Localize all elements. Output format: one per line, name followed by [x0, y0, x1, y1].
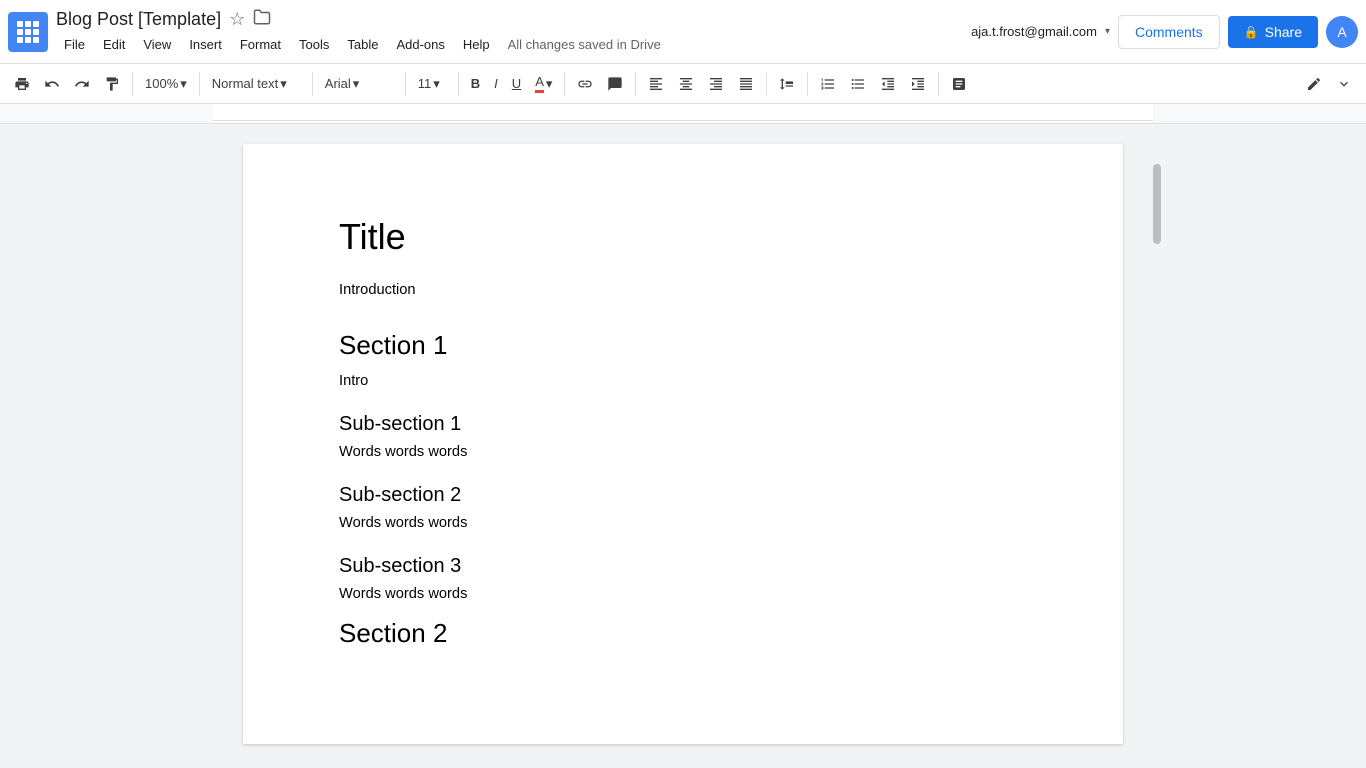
separator-9 — [807, 72, 808, 96]
apps-menu-icon[interactable] — [8, 12, 48, 52]
document-intro-text: Introduction — [339, 282, 1027, 298]
save-status: All changes saved in Drive — [508, 37, 661, 52]
section2-heading: Section 2 — [339, 618, 1027, 649]
underline-button[interactable]: U — [506, 72, 527, 95]
doc-title-area: Blog Post [Template] ☆ File Edit View In… — [56, 8, 971, 56]
section1-intro: Intro — [339, 373, 1027, 389]
insert-comment-button[interactable] — [601, 72, 629, 96]
menu-bar: File Edit View Insert Format Tools Table… — [56, 33, 971, 56]
subsection1-heading: Sub-section 1 — [339, 413, 1027, 436]
separator-7 — [635, 72, 636, 96]
menu-format[interactable]: Format — [232, 33, 289, 56]
document-area[interactable]: Title Introduction Section 1 Intro Sub-s… — [213, 124, 1153, 768]
menu-help[interactable]: Help — [455, 33, 498, 56]
undo-button[interactable] — [38, 72, 66, 96]
text-color-button[interactable]: A ▾ — [529, 70, 558, 97]
subsection3-body: Words words words — [339, 586, 1027, 602]
folder-icon[interactable] — [253, 8, 271, 31]
menu-table[interactable]: Table — [339, 33, 386, 56]
font-size-selector[interactable]: 11 ▾ — [412, 72, 452, 96]
separator-5 — [458, 72, 459, 96]
subsection2-body: Words words words — [339, 515, 1027, 531]
font-selector[interactable]: Arial ▾ — [319, 72, 399, 96]
menu-edit[interactable]: Edit — [95, 33, 133, 56]
separator-4 — [405, 72, 406, 96]
align-left-button[interactable] — [642, 72, 670, 96]
top-right-controls: aja.t.frost@gmail.com ▾ Comments 🔒 Share… — [971, 15, 1358, 49]
star-icon[interactable]: ☆ — [229, 9, 245, 30]
separator-1 — [132, 72, 133, 96]
redo-button[interactable] — [68, 72, 96, 96]
italic-button[interactable]: I — [488, 72, 504, 95]
align-center-button[interactable] — [672, 72, 700, 96]
menu-file[interactable]: File — [56, 33, 93, 56]
menu-addons[interactable]: Add-ons — [388, 33, 452, 56]
ruler — [0, 104, 1366, 124]
lock-icon: 🔒 — [1244, 25, 1259, 39]
separator-10 — [938, 72, 939, 96]
paint-format-button[interactable] — [98, 72, 126, 96]
menu-tools[interactable]: Tools — [291, 33, 337, 56]
document-page: Title Introduction Section 1 Intro Sub-s… — [243, 144, 1123, 744]
separator-6 — [564, 72, 565, 96]
menu-insert[interactable]: Insert — [181, 33, 230, 56]
align-right-button[interactable] — [702, 72, 730, 96]
separator-3 — [312, 72, 313, 96]
unordered-list-button[interactable] — [844, 72, 872, 96]
share-button[interactable]: 🔒 Share — [1228, 16, 1318, 48]
menu-view[interactable]: View — [135, 33, 179, 56]
print-button[interactable] — [8, 72, 36, 96]
subsection2-heading: Sub-section 2 — [339, 484, 1027, 507]
subsection3-heading: Sub-section 3 — [339, 555, 1027, 578]
increase-indent-button[interactable] — [904, 72, 932, 96]
section1-heading: Section 1 — [339, 330, 1027, 361]
toolbar: 100% ▾ Normal text ▾ Arial ▾ 11 ▾ B I U … — [0, 64, 1366, 104]
document-title[interactable]: Blog Post [Template] — [56, 9, 221, 30]
document-title-text: Title — [339, 216, 1027, 258]
pen-tool-button[interactable] — [1300, 72, 1328, 96]
user-dropdown-arrow[interactable]: ▾ — [1105, 26, 1110, 37]
right-margin — [1153, 124, 1366, 768]
expand-toolbar-button[interactable] — [1330, 72, 1358, 96]
scrollbar-thumb[interactable] — [1153, 164, 1161, 244]
left-margin — [0, 124, 213, 768]
user-avatar[interactable]: A — [1326, 16, 1358, 48]
separator-2 — [199, 72, 200, 96]
paragraph-style-selector[interactable]: Normal text ▾ — [206, 72, 306, 96]
top-bar: Blog Post [Template] ☆ File Edit View In… — [0, 0, 1366, 64]
decrease-indent-button[interactable] — [874, 72, 902, 96]
bold-button[interactable]: B — [465, 72, 486, 95]
subsection1-body: Words words words — [339, 444, 1027, 460]
separator-8 — [766, 72, 767, 96]
align-justify-button[interactable] — [732, 72, 760, 96]
ordered-list-button[interactable] — [814, 72, 842, 96]
comments-button[interactable]: Comments — [1118, 15, 1220, 49]
insert-link-button[interactable] — [571, 72, 599, 96]
user-email: aja.t.frost@gmail.com — [971, 24, 1097, 39]
main-area: Title Introduction Section 1 Intro Sub-s… — [0, 124, 1366, 768]
ruler-inner — [213, 104, 1153, 123]
formula-button[interactable] — [945, 72, 973, 96]
line-spacing-button[interactable] — [773, 72, 801, 96]
zoom-selector[interactable]: 100% ▾ — [139, 72, 193, 96]
